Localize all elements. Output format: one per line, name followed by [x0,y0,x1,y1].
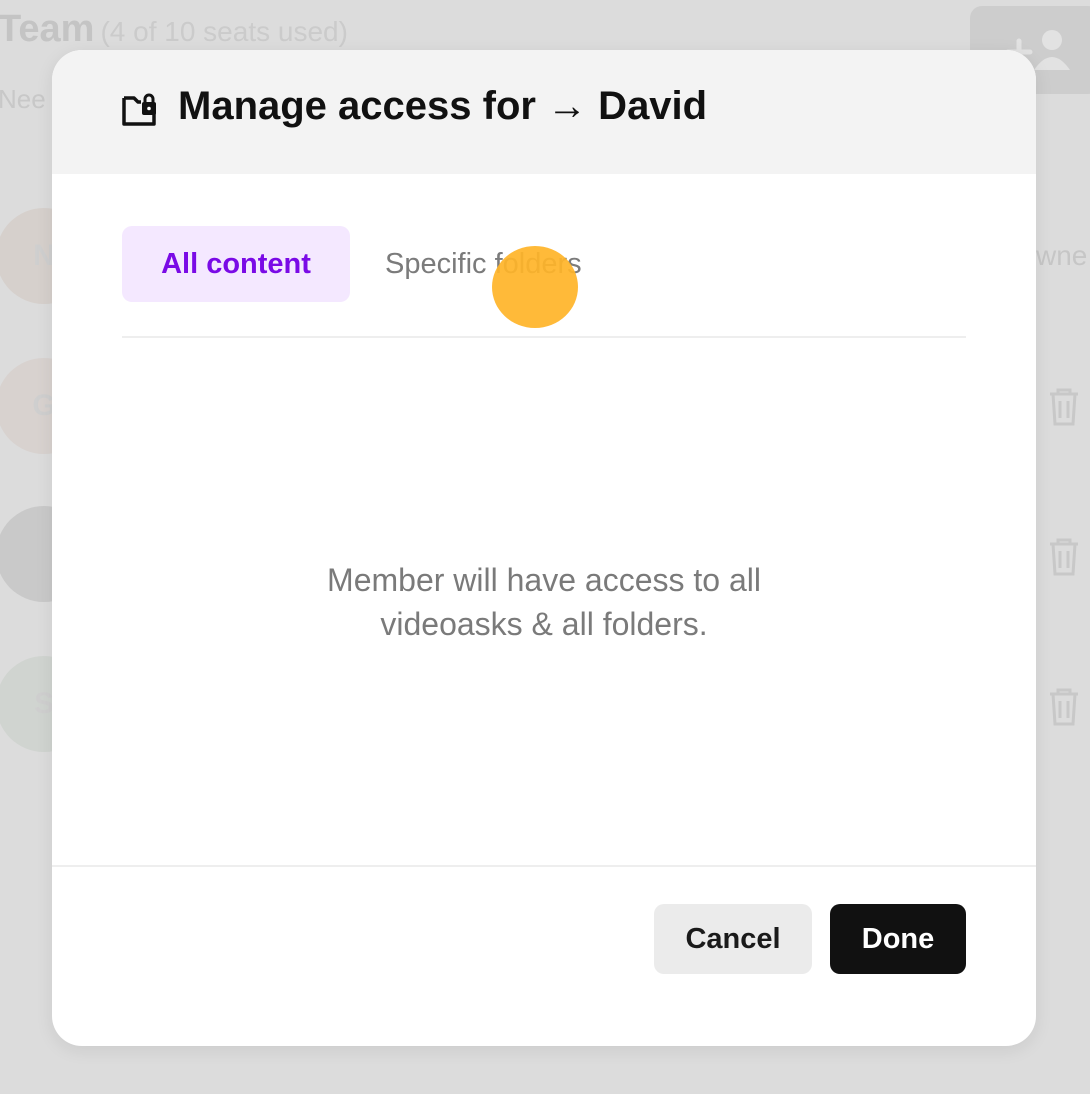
access-description-text: Member will have access to all videoasks… [327,562,761,642]
trash-icon[interactable] [1046,686,1082,728]
trash-icon[interactable] [1046,386,1082,428]
team-heading: Team (4 of 10 seats used) [0,8,348,51]
dialog-title: Manage access for → David [178,84,708,128]
tab-all-content[interactable]: All content [122,226,350,302]
footer-divider [52,865,1036,867]
dialog-header: Manage access for → David [52,50,1036,174]
click-indicator [492,246,578,328]
trash-icon[interactable] [1046,536,1082,578]
cancel-button[interactable]: Cancel [654,904,812,974]
team-subtitle: Nee [0,84,46,114]
done-button[interactable]: Done [830,904,966,974]
seats-used: (4 of 10 seats used) [100,16,348,47]
access-description: Member will have access to all videoasks… [52,558,1036,646]
manage-access-dialog: Manage access for → David All content Sp… [52,50,1036,1046]
role-label: wne [1036,240,1088,271]
folder-lock-icon [122,93,156,126]
team-title: Team [0,8,95,50]
